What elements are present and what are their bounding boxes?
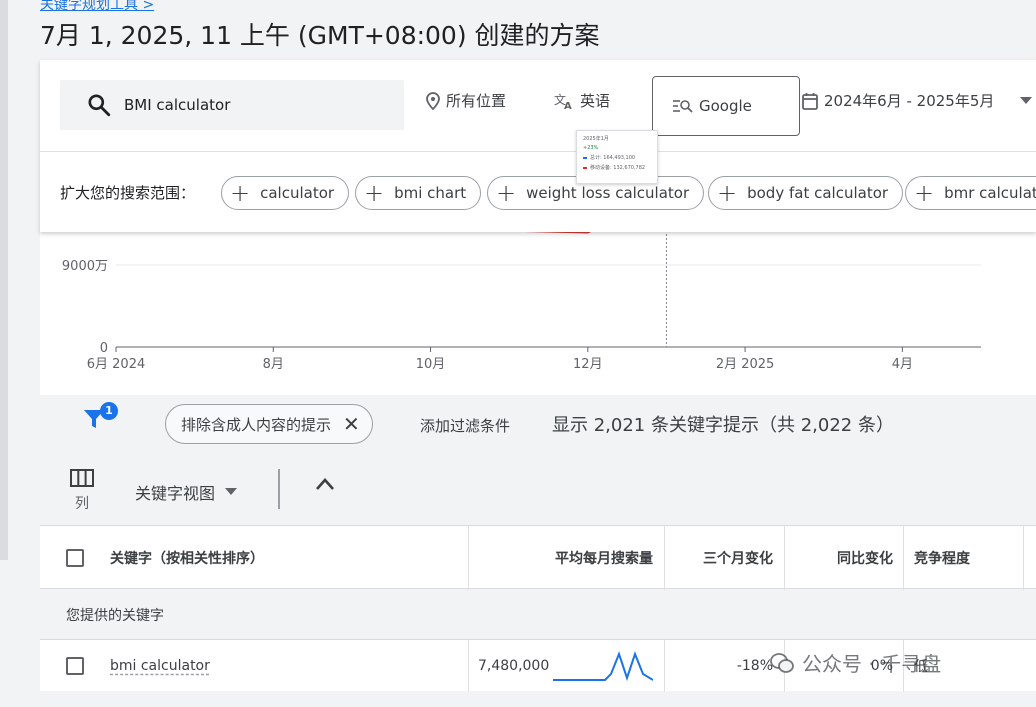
network-filter[interactable]: Google: [652, 76, 800, 136]
location-label: 所有位置: [446, 92, 507, 110]
row-checkbox[interactable]: [66, 657, 84, 675]
panel-divider: [40, 151, 1036, 152]
exclude-chip-label: 排除含成人内容的提示: [181, 415, 332, 434]
view-bar: 列 关键字视图: [40, 455, 1036, 525]
network-label: Google: [699, 97, 752, 115]
result-count: 显示 2,021 条关键字提示（共 2,022 条）: [552, 415, 894, 436]
chip-label: bmi chart: [394, 184, 467, 202]
tooltip-title: 2025年1月: [583, 136, 609, 142]
x-tick-label: 4月: [892, 357, 913, 372]
search-panel: 所有位置 文 A 英语 Google 2024年6月 - 2025年5月: [40, 60, 1036, 232]
chip-label: calculator: [260, 184, 335, 202]
exclude-adult-chip[interactable]: 排除含成人内容的提示 ✕: [165, 404, 373, 444]
column-separator: [468, 526, 469, 590]
keyword-cell[interactable]: bmi calculator: [110, 640, 210, 692]
keyword-view-dropdown[interactable]: 关键字视图: [135, 480, 238, 504]
table-header: 关键字（按相关性排序） 平均每月搜索量 三个月变化 同比变化 竞争程度: [40, 525, 1036, 590]
add-icon: +: [364, 179, 385, 207]
page-title: 7月 1, 2025, 11 上午 (GMT+08:00) 创建的方案: [40, 21, 600, 50]
tooltip-line-mobile: 移动设备: 132,670,782: [583, 164, 651, 171]
x-tick-label: 8月: [263, 357, 284, 372]
calendar-icon: [802, 92, 818, 110]
breadcrumb-keyword-planner[interactable]: 关键字规划工具 >: [40, 0, 154, 14]
watermark-text: 公众号 · 千寻盘: [802, 652, 942, 676]
columns-button[interactable]: 列: [70, 469, 94, 513]
chevron-up-icon[interactable]: [315, 477, 335, 491]
filter-count-badge: 1: [100, 402, 118, 420]
y-tick-label: 9000万: [62, 259, 108, 274]
x-tick-label: 10月: [416, 357, 446, 372]
row-checkbox-cell[interactable]: [66, 640, 84, 692]
search-box[interactable]: [60, 80, 404, 130]
add-icon: +: [230, 179, 251, 207]
left-rail: [0, 0, 8, 560]
add-icon: +: [914, 179, 935, 207]
chip-label: weight loss calculator: [526, 184, 690, 202]
filter-bar: 1 排除含成人内容的提示 ✕ 添加过滤条件 显示 2,021 条关键字提示（共 …: [40, 395, 1036, 455]
dropdown-arrow-icon: [1020, 96, 1033, 104]
column-separator: [664, 640, 665, 692]
suggest-chip-body-fat-calculator[interactable]: + body fat calculator: [708, 176, 904, 210]
column-separator: [468, 640, 469, 692]
header-three-month-change[interactable]: 三个月变化: [703, 526, 773, 590]
tooltip-change: +23%: [583, 145, 599, 151]
column-separator: [664, 526, 665, 590]
language-label: 英语: [580, 92, 611, 110]
y-tick-label: 0: [100, 341, 108, 356]
svg-text:A: A: [564, 101, 572, 110]
location-pin-icon: [426, 91, 440, 110]
watermark: 公众号 · 千寻盘: [770, 648, 941, 677]
translate-icon: 文 A: [554, 92, 572, 110]
wechat-icon: [770, 652, 794, 673]
header-competition[interactable]: 竞争程度: [914, 526, 970, 590]
chart-tooltip: 2025年1月 +23% 总计: 164,493,100 移动设备: 132,6…: [576, 130, 658, 184]
x-tick-label: 12月: [573, 357, 603, 372]
date-range-label: 2024年6月 - 2025年5月: [824, 92, 995, 110]
add-icon: +: [717, 179, 738, 207]
columns-label: 列: [75, 496, 89, 512]
avg-searches-cell: 7,480,000: [478, 658, 550, 674]
location-filter[interactable]: 所有位置: [426, 90, 506, 111]
three-month-change-cell: -18%: [736, 658, 773, 674]
expand-search-label: 扩大您的搜索范围：: [60, 184, 196, 202]
provided-keywords-section: 您提供的关键字: [40, 589, 1036, 639]
x-tick-label: 6月 2024: [87, 357, 146, 372]
view-label: 关键字视图: [135, 484, 216, 503]
chip-label: bmr calculato: [944, 184, 1036, 202]
header-keyword[interactable]: 关键字（按相关性排序）: [110, 526, 264, 590]
dropdown-arrow-icon: [225, 488, 238, 495]
search-icon: [88, 94, 111, 117]
date-range-picker[interactable]: 2024年6月 - 2025年5月: [802, 90, 1036, 111]
search-input[interactable]: [124, 96, 384, 114]
header-yoy-change[interactable]: 同比变化: [837, 526, 893, 590]
tooltip-line-total: 总计: 164,493,100: [583, 154, 651, 161]
columns-icon: [70, 469, 94, 487]
suggest-chip-calculator[interactable]: + calculator: [221, 176, 350, 210]
chip-label: body fat calculator: [747, 184, 889, 202]
column-separator: [1023, 526, 1024, 590]
add-icon: +: [496, 179, 517, 207]
search-network-icon: [673, 100, 693, 113]
suggest-chip-bmi-chart[interactable]: + bmi chart: [355, 176, 482, 210]
close-icon[interactable]: ✕: [343, 412, 360, 436]
language-filter[interactable]: 文 A 英语: [554, 90, 610, 111]
column-separator: [903, 526, 904, 590]
x-tick-label: 2月 2025: [716, 357, 775, 372]
suggest-chip-bmr-calculator[interactable]: + bmr calculato: [905, 176, 1036, 210]
sparkline: [553, 651, 653, 682]
add-filter-button[interactable]: 添加过滤条件: [420, 415, 510, 436]
column-separator: [784, 526, 785, 590]
select-all-checkbox-cell[interactable]: [66, 526, 84, 590]
header-avg-searches[interactable]: 平均每月搜索量: [555, 526, 653, 590]
select-all-checkbox[interactable]: [66, 549, 84, 567]
view-divider: [278, 469, 280, 509]
